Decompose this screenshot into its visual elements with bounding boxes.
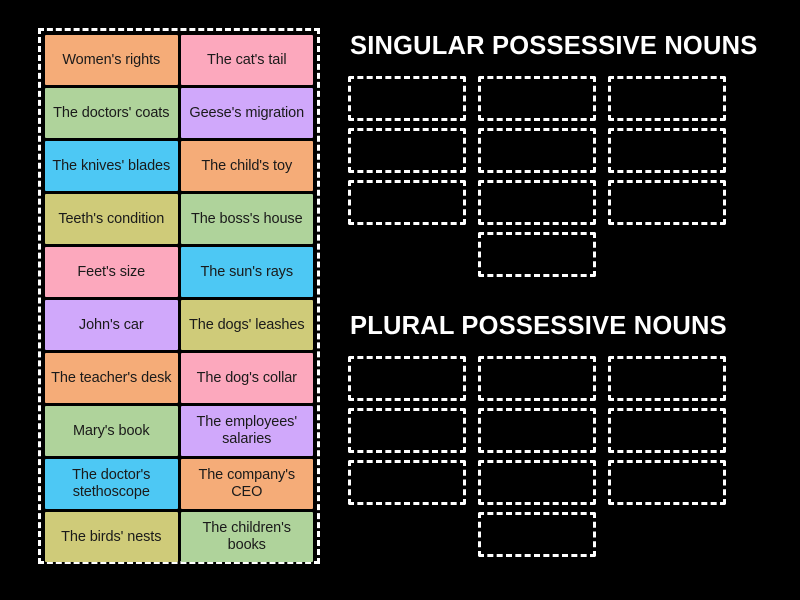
category-singular-possessive: SINGULAR POSSESSIVE NOUNS [348,32,768,284]
word-tile-label: The sun's rays [200,263,294,280]
dropzone-plural[interactable] [348,459,466,505]
category-plural-possessive: PLURAL POSSESSIVE NOUNS [348,312,768,564]
word-tile-label: Mary's book [72,422,150,439]
word-tile-label: Feet's size [77,263,146,280]
word-tile[interactable]: Feet's size [45,247,178,297]
word-tile[interactable]: The cat's tail [180,35,313,85]
word-tile-label: The dogs' leashes [188,316,305,333]
word-tile-label: The birds' nests [61,528,162,545]
dropzone-singular[interactable] [478,231,596,277]
word-tile[interactable]: The teacher's desk [45,353,178,403]
dropzone-plural[interactable] [608,355,726,401]
dropzone-plural[interactable] [478,407,596,453]
dropzone-singular[interactable] [348,127,466,173]
word-tile-label: The dog's collar [196,369,297,386]
word-tile[interactable]: The dogs' leashes [180,300,313,350]
word-tile-label: Teeth's condition [58,210,165,227]
dropzone-singular[interactable] [478,179,596,225]
word-tile[interactable]: The sun's rays [180,247,313,297]
word-tile-label: The teacher's desk [51,369,172,386]
word-tile[interactable]: The birds' nests [45,512,178,562]
word-tile-label: Geese's migration [189,104,305,121]
word-tile-label: John's car [78,316,144,333]
word-tile[interactable]: Women's rights [45,35,178,85]
word-tile[interactable]: The employees' salaries [180,406,313,456]
dropzone-plural[interactable] [608,459,726,505]
category-title-plural: PLURAL POSSESSIVE NOUNS [350,312,727,340]
word-tile-label: The children's books [202,520,292,553]
dropzone-singular[interactable] [608,127,726,173]
word-tile-label: The doctor's stethoscope [72,467,151,500]
word-tile-label: The cat's tail [206,51,287,68]
word-tile[interactable]: The child's toy [180,141,313,191]
dropzone-plural[interactable] [348,407,466,453]
dropzone-singular[interactable] [348,179,466,225]
word-tile-label: The employees' salaries [196,414,297,447]
word-tile[interactable]: The knives' blades [45,141,178,191]
activity-canvas: Women's rights The cat's tail The doctors'… [0,0,800,600]
dropzone-grid-plural [348,355,738,564]
word-tile[interactable]: John's car [45,300,178,350]
word-tile-grid: Women's rights The cat's tail The doctors'… [45,35,313,562]
word-tile-tray: Women's rights The cat's tail The doctors'… [38,28,320,564]
dropzone-plural[interactable] [478,459,596,505]
dropzone-plural[interactable] [478,511,596,557]
word-tile-label: The knives' blades [52,157,171,174]
dropzone-plural[interactable] [478,355,596,401]
dropzone-plural[interactable] [348,355,466,401]
word-tile[interactable]: Teeth's condition [45,194,178,244]
word-tile[interactable]: The company's CEO [180,459,313,509]
word-tile-label: The company's CEO [198,467,296,500]
dropzone-singular[interactable] [478,75,596,121]
dropzone-grid-singular [348,75,738,284]
word-tile[interactable]: The doctors' coats [45,88,178,138]
word-tile[interactable]: The dog's collar [180,353,313,403]
word-tile[interactable]: The doctor's stethoscope [45,459,178,509]
category-title-singular: SINGULAR POSSESSIVE NOUNS [350,32,758,60]
dropzone-singular[interactable] [608,179,726,225]
word-tile-label: The boss's house [190,210,303,227]
word-tile[interactable]: Mary's book [45,406,178,456]
dropzone-singular[interactable] [608,75,726,121]
dropzone-singular[interactable] [478,127,596,173]
word-tile[interactable]: Geese's migration [180,88,313,138]
word-tile-label: The doctors' coats [53,104,170,121]
word-tile-label: Women's rights [62,51,161,68]
dropzone-singular[interactable] [348,75,466,121]
word-tile-label: The child's toy [201,157,293,174]
word-tile[interactable]: The boss's house [180,194,313,244]
word-tile[interactable]: The children's books [180,512,313,562]
dropzone-plural[interactable] [608,407,726,453]
